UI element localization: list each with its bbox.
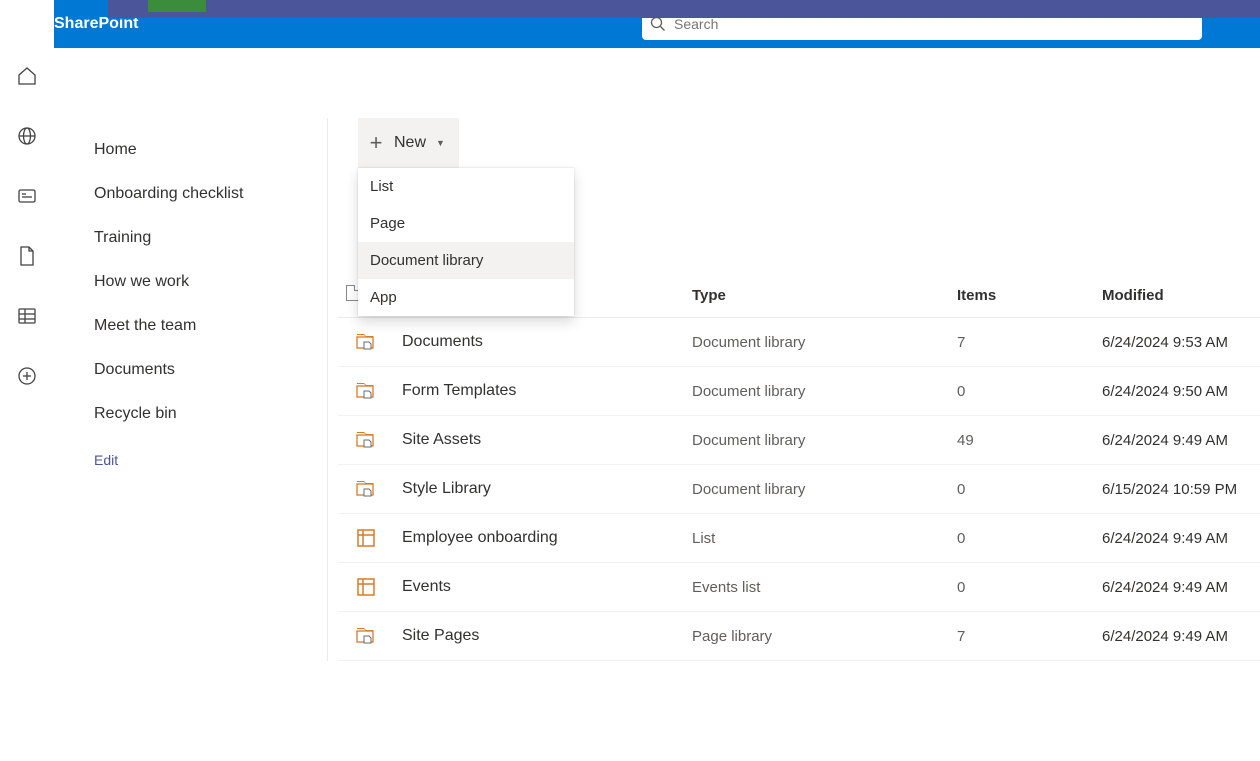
nav-item-onboarding[interactable]: Onboarding checklist xyxy=(54,172,327,216)
nav-item-home[interactable]: Home xyxy=(54,128,327,172)
nav-item-team[interactable]: Meet the team xyxy=(54,304,327,348)
row-type: Document library xyxy=(684,465,949,514)
new-list-item[interactable]: List xyxy=(358,168,574,205)
plus-icon: + xyxy=(366,133,386,153)
table-row[interactable]: Style LibraryDocument library06/15/2024 … xyxy=(338,465,1260,514)
new-button-label: New xyxy=(394,134,426,152)
row-modified: 6/24/2024 9:49 AM xyxy=(1094,612,1260,661)
row-icon-cell xyxy=(338,563,394,612)
main-content: + New ▼ List Page Document library App xyxy=(328,118,1260,661)
nav-item-documents[interactable]: Documents xyxy=(54,348,327,392)
rail-lists-button[interactable] xyxy=(15,304,39,328)
row-icon-cell xyxy=(338,465,394,514)
row-modified: 6/24/2024 9:50 AM xyxy=(1094,367,1260,416)
new-app-item[interactable]: App xyxy=(358,279,574,316)
table-row[interactable]: Form TemplatesDocument library06/24/2024… xyxy=(338,367,1260,416)
rail-files-button[interactable] xyxy=(15,244,39,268)
row-name[interactable]: Documents xyxy=(394,318,684,367)
row-items: 0 xyxy=(949,563,1094,612)
rail-news-button[interactable] xyxy=(15,184,39,208)
row-items: 7 xyxy=(949,318,1094,367)
row-name[interactable]: Form Templates xyxy=(394,367,684,416)
row-modified: 6/24/2024 9:49 AM xyxy=(1094,563,1260,612)
new-button[interactable]: + New ▼ xyxy=(358,118,459,168)
home-icon xyxy=(16,65,38,87)
list-type-icon xyxy=(356,577,376,597)
row-type: Document library xyxy=(684,416,949,465)
list-type-icon xyxy=(356,528,376,548)
row-name[interactable]: Events xyxy=(394,563,684,612)
nav-edit-link[interactable]: Edit xyxy=(54,440,327,480)
nav-item-training[interactable]: Training xyxy=(54,216,327,260)
row-modified: 6/24/2024 9:49 AM xyxy=(1094,416,1260,465)
file-icon xyxy=(17,245,37,267)
row-icon-cell xyxy=(338,612,394,661)
doclib-type-icon xyxy=(355,381,377,401)
row-modified: 6/24/2024 9:49 AM xyxy=(1094,514,1260,563)
row-icon-cell xyxy=(338,367,394,416)
table-row[interactable]: Site AssetsDocument library496/24/2024 9… xyxy=(338,416,1260,465)
rail-sites-button[interactable] xyxy=(15,124,39,148)
new-dropdown: List Page Document library App xyxy=(358,168,574,316)
rail-create-button[interactable] xyxy=(15,364,39,388)
app-rail xyxy=(0,0,54,661)
row-items: 0 xyxy=(949,465,1094,514)
news-icon xyxy=(16,185,38,207)
row-icon-cell xyxy=(338,514,394,563)
row-name[interactable]: Employee onboarding xyxy=(394,514,684,563)
list-icon xyxy=(16,306,38,326)
nav-item-recyclebin[interactable]: Recycle bin xyxy=(54,392,327,436)
site-logo[interactable]: HP xyxy=(148,0,206,12)
row-type: Document library xyxy=(684,318,949,367)
col-header-items[interactable]: Items xyxy=(949,273,1094,318)
plus-circle-icon xyxy=(16,365,38,387)
chevron-down-icon: ▼ xyxy=(436,138,445,148)
table-row[interactable]: DocumentsDocument library76/24/2024 9:53… xyxy=(338,318,1260,367)
new-page-item[interactable]: Page xyxy=(358,205,574,242)
site-nav: Home Onboarding checklist Training How w… xyxy=(54,118,328,661)
new-document-library-item[interactable]: Document library xyxy=(358,242,574,279)
site-header: HP HR Policies xyxy=(108,0,1260,18)
doclib-type-icon xyxy=(355,430,377,450)
nav-item-howwework[interactable]: How we work xyxy=(54,260,327,304)
row-type: List xyxy=(684,514,949,563)
table-row[interactable]: Site PagesPage library76/24/2024 9:49 AM xyxy=(338,612,1260,661)
row-type: Document library xyxy=(684,367,949,416)
row-name[interactable]: Site Assets xyxy=(394,416,684,465)
table-row[interactable]: Employee onboardingList06/24/2024 9:49 A… xyxy=(338,514,1260,563)
toolbar: + New ▼ xyxy=(328,118,1260,168)
doclib-type-icon xyxy=(355,332,377,352)
globe-icon xyxy=(16,125,38,147)
doclib-type-icon xyxy=(355,626,377,646)
row-icon-cell xyxy=(338,318,394,367)
row-type: Page library xyxy=(684,612,949,661)
row-modified: 6/24/2024 9:53 AM xyxy=(1094,318,1260,367)
row-modified: 6/15/2024 10:59 PM xyxy=(1094,465,1260,514)
row-name[interactable]: Site Pages xyxy=(394,612,684,661)
row-items: 0 xyxy=(949,367,1094,416)
row-items: 7 xyxy=(949,612,1094,661)
row-type: Events list xyxy=(684,563,949,612)
doclib-type-icon xyxy=(355,479,377,499)
row-items: 0 xyxy=(949,514,1094,563)
row-name[interactable]: Style Library xyxy=(394,465,684,514)
row-icon-cell xyxy=(338,416,394,465)
contents-table: Name Type Items Modified DocumentsDocume… xyxy=(338,273,1260,661)
table-row[interactable]: EventsEvents list06/24/2024 9:49 AM xyxy=(338,563,1260,612)
rail-home-button[interactable] xyxy=(15,64,39,88)
col-header-type[interactable]: Type xyxy=(684,273,949,318)
col-header-modified[interactable]: Modified xyxy=(1094,273,1260,318)
row-items: 49 xyxy=(949,416,1094,465)
